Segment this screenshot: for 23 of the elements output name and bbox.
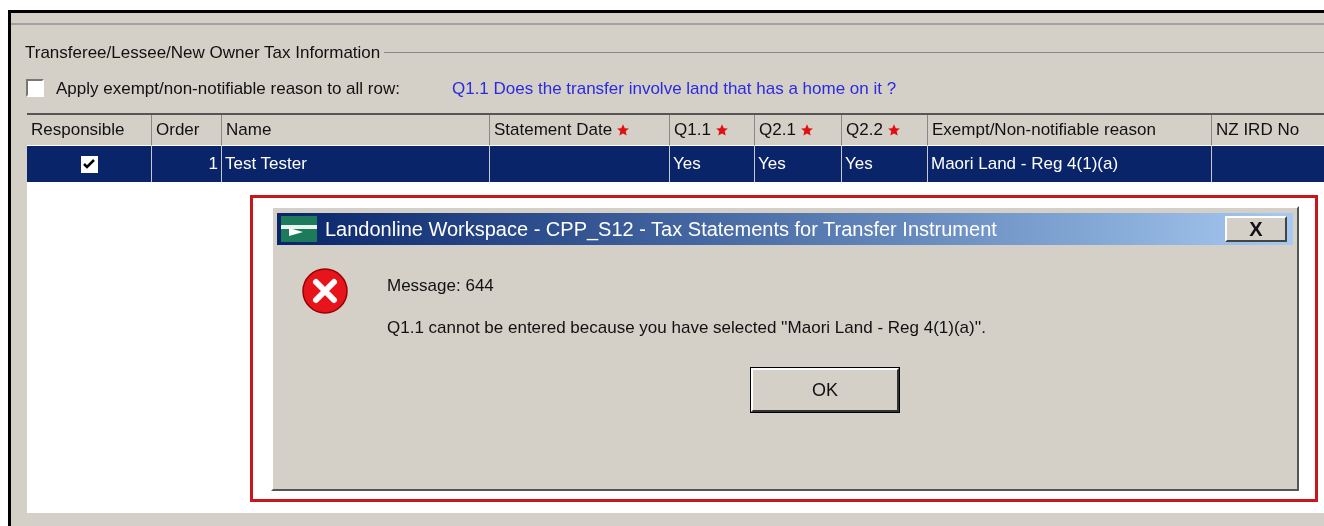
question-hint: Q1.1 Does the transfer involve land that has a home on it ?: [451, 77, 897, 100]
table-cell-text: Yes: [758, 153, 786, 176]
table-cell-text: 1: [208, 153, 218, 176]
apply-all-checkbox[interactable]: [26, 79, 44, 98]
close-button[interactable]: X: [1225, 216, 1287, 242]
message-heading: Message: 644: [387, 275, 495, 297]
table-row[interactable]: 1 Test Tester Yes Yes Yes Maori Land - Reg 4(1)(a): [27, 146, 1324, 182]
table-cell-text: Yes: [845, 153, 873, 176]
required-star-icon: [886, 123, 901, 137]
required-star-icon: [714, 123, 729, 137]
table-cell-text: Maori Land - Reg 4(1)(a): [931, 153, 1119, 176]
required-star-icon: [616, 123, 631, 137]
required-star-icon: [799, 123, 814, 137]
table-cell-text: Yes: [673, 153, 701, 176]
apply-all-label: Apply exempt/non-notifiable reason to all row:: [56, 77, 400, 100]
dialog-title: Landonline Workspace - CPP_S12 - Tax Statements for Transfer Instrument: [325, 217, 997, 243]
table-cell-text: Test Tester: [225, 153, 307, 176]
error-icon: [301, 267, 349, 315]
responsible-checkbox[interactable]: [80, 155, 98, 173]
app-logo-icon: [281, 216, 317, 242]
group-title: Transferee/Lessee/New Owner Tax Information: [25, 42, 381, 64]
ok-button[interactable]: OK: [751, 368, 899, 412]
message-text: Q1.1 cannot be entered because you have selected ''Maori Land - Reg 4(1)(a)''.: [387, 316, 986, 339]
